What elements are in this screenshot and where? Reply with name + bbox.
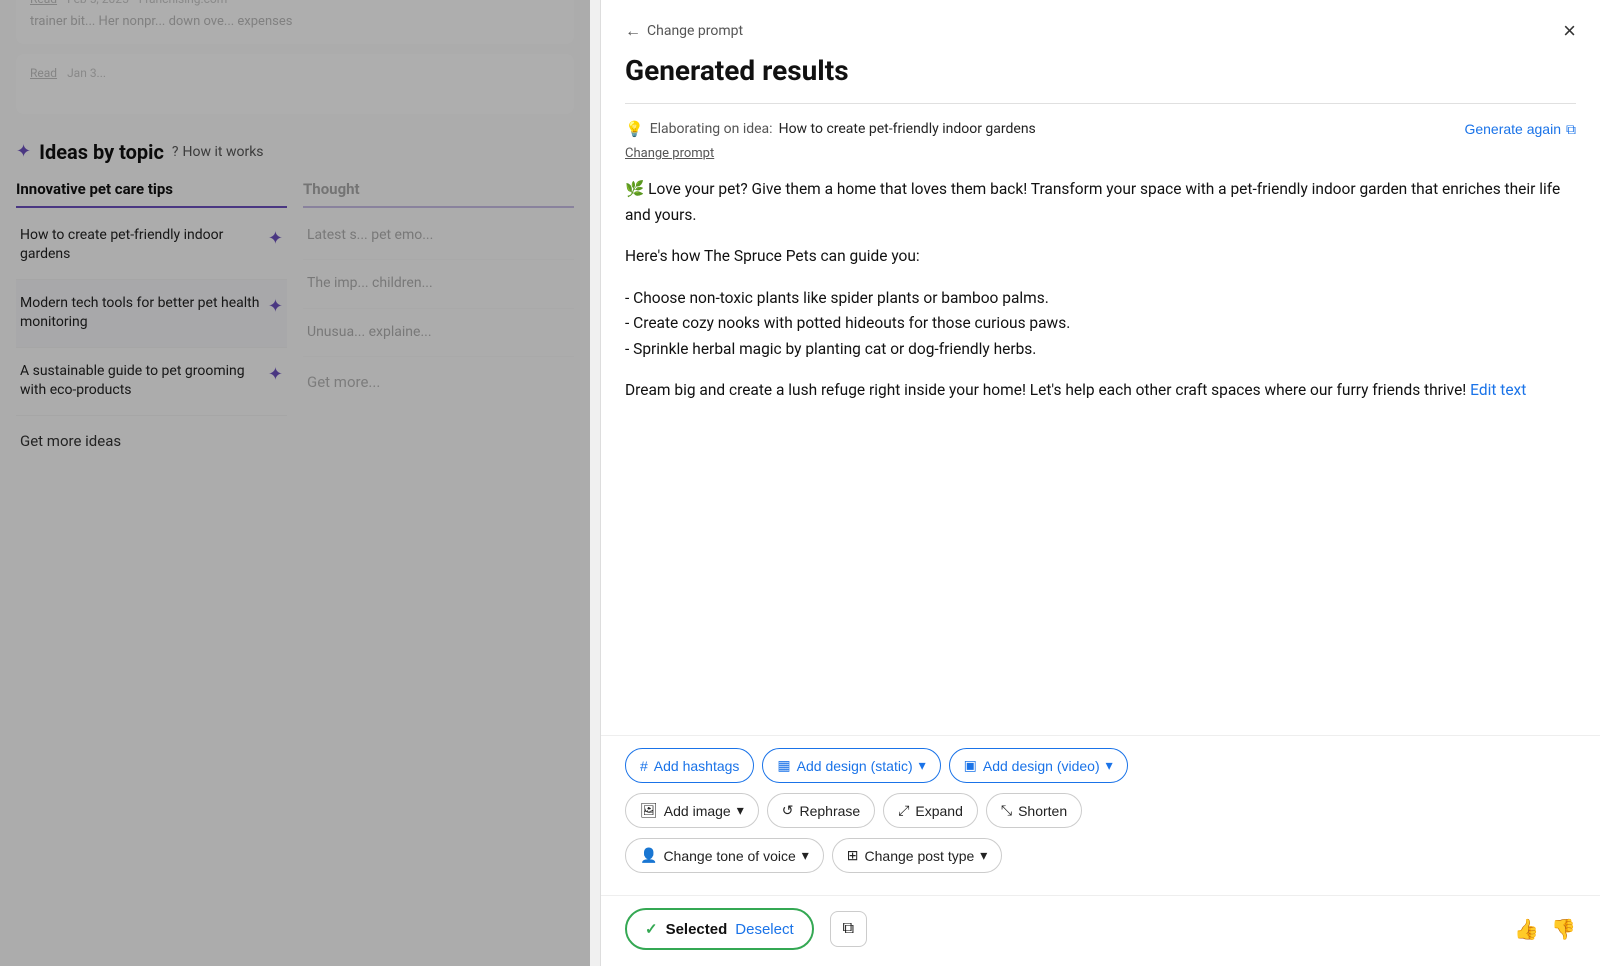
elaborating-label: Elaborating on idea:	[650, 121, 773, 137]
post-type-dropdown-icon: ▾	[980, 847, 987, 864]
panel-header: ← Change prompt × Generated results 💡 El…	[601, 0, 1600, 177]
change-prompt-label: Change prompt	[647, 23, 743, 39]
bottom-left: ✓ Selected Deselect ⧉	[625, 908, 867, 950]
generated-para-4: Dream big and create a lush refuge right…	[625, 378, 1576, 404]
expand-icon: ⤢	[898, 802, 909, 819]
close-button[interactable]: ×	[1563, 20, 1576, 42]
deselect-label[interactable]: Deselect	[735, 921, 793, 938]
generated-para-2: Here's how The Spruce Pets can guide you…	[625, 244, 1576, 270]
header-divider	[625, 103, 1576, 104]
elaborating-idea: How to create pet-friendly indoor garden…	[779, 121, 1036, 137]
design-video-icon: ▣	[964, 757, 977, 774]
add-image-label: Add image	[664, 803, 731, 819]
feedback-buttons: 👍 👎	[1514, 917, 1576, 942]
add-image-button[interactable]: 🖼 Add image ▾	[625, 793, 759, 828]
image-dropdown-icon: ▾	[737, 802, 744, 819]
check-icon: ✓	[645, 920, 658, 938]
shorten-button[interactable]: ⤡ Shorten	[986, 793, 1082, 828]
btn-row-1: # Add hashtags ▦ Add design (static) ▾ ▣…	[625, 748, 1576, 783]
back-arrow-icon: ←	[625, 21, 641, 41]
expand-label: Expand	[915, 803, 962, 819]
selected-label: Selected	[666, 921, 728, 938]
edit-text-link[interactable]: Edit text	[1470, 381, 1526, 399]
generated-line-3: - Sprinkle herbal magic by planting cat …	[625, 340, 1036, 358]
selected-button[interactable]: ✓ Selected Deselect	[625, 908, 814, 950]
copy-icon: ⧉	[843, 920, 854, 937]
generated-line-2: - Create cozy nooks with potted hideouts…	[625, 314, 1070, 332]
expand-button[interactable]: ⤢ Expand	[883, 793, 978, 828]
elaborating-row: 💡 Elaborating on idea: How to create pet…	[625, 120, 1576, 138]
post-type-icon: ⊞	[847, 847, 859, 864]
add-design-static-label: Add design (static)	[797, 758, 913, 774]
generated-text: 🌿 Love your pet? Give them a home that l…	[625, 177, 1576, 404]
design-static-icon: ▦	[777, 757, 790, 774]
generated-para4-text: Dream big and create a lush refuge right…	[625, 381, 1470, 399]
tone-icon: 👤	[640, 847, 657, 864]
change-post-type-button[interactable]: ⊞ Change post type ▾	[832, 838, 1003, 873]
generated-para-3: - Choose non-toxic plants like spider pl…	[625, 286, 1576, 363]
generated-line-1: - Choose non-toxic plants like spider pl…	[625, 289, 1049, 307]
generate-again-icon: ⧉	[1566, 121, 1576, 138]
overlay-backdrop	[0, 0, 590, 966]
generate-again-button[interactable]: Generate again ⧉	[1464, 121, 1576, 138]
lightbulb-icon: 💡	[625, 120, 644, 138]
generated-para-1: 🌿 Love your pet? Give them a home that l…	[625, 177, 1576, 228]
rephrase-label: Rephrase	[799, 803, 860, 819]
add-hashtags-label: Add hashtags	[654, 758, 740, 774]
bottom-bar: ✓ Selected Deselect ⧉ 👍 👎	[601, 895, 1600, 966]
shorten-icon: ⤡	[1001, 802, 1012, 819]
add-design-video-button[interactable]: ▣ Add design (video) ▾	[949, 748, 1128, 783]
change-prompt-link[interactable]: Change prompt	[625, 146, 714, 161]
elaborating-left: 💡 Elaborating on idea: How to create pet…	[625, 120, 1036, 138]
right-panel: ← Change prompt × Generated results 💡 El…	[600, 0, 1600, 966]
action-buttons-area: # Add hashtags ▦ Add design (static) ▾ ▣…	[601, 735, 1600, 895]
add-design-video-label: Add design (video)	[983, 758, 1100, 774]
change-prompt-back[interactable]: ← Change prompt	[625, 21, 743, 41]
generate-again-label: Generate again	[1464, 121, 1561, 137]
hashtag-icon: #	[640, 758, 648, 774]
panel-content: 🌿 Love your pet? Give them a home that l…	[601, 177, 1600, 735]
thumbs-up-button[interactable]: 👍	[1514, 917, 1539, 942]
thumbs-down-button[interactable]: 👎	[1551, 917, 1576, 942]
btn-row-2: 🖼 Add image ▾ ↺ Rephrase ⤢ Expand ⤡ Shor…	[625, 793, 1576, 828]
panel-nav: ← Change prompt ×	[625, 20, 1576, 42]
tone-dropdown-icon: ▾	[802, 847, 809, 864]
copy-button[interactable]: ⧉	[830, 911, 867, 947]
change-tone-button[interactable]: 👤 Change tone of voice ▾	[625, 838, 824, 873]
rephrase-button[interactable]: ↺ Rephrase	[767, 793, 875, 828]
add-hashtags-button[interactable]: # Add hashtags	[625, 748, 754, 783]
design-static-dropdown-icon: ▾	[919, 757, 926, 774]
rephrase-icon: ↺	[782, 802, 794, 819]
change-post-type-label: Change post type	[865, 848, 975, 864]
add-design-static-button[interactable]: ▦ Add design (static) ▾	[762, 748, 940, 783]
design-video-dropdown-icon: ▾	[1106, 757, 1113, 774]
image-icon: 🖼	[640, 802, 658, 819]
change-tone-label: Change tone of voice	[663, 848, 795, 864]
panel-title: Generated results	[625, 54, 1576, 87]
shorten-label: Shorten	[1018, 803, 1067, 819]
btn-row-3: 👤 Change tone of voice ▾ ⊞ Change post t…	[625, 838, 1576, 873]
